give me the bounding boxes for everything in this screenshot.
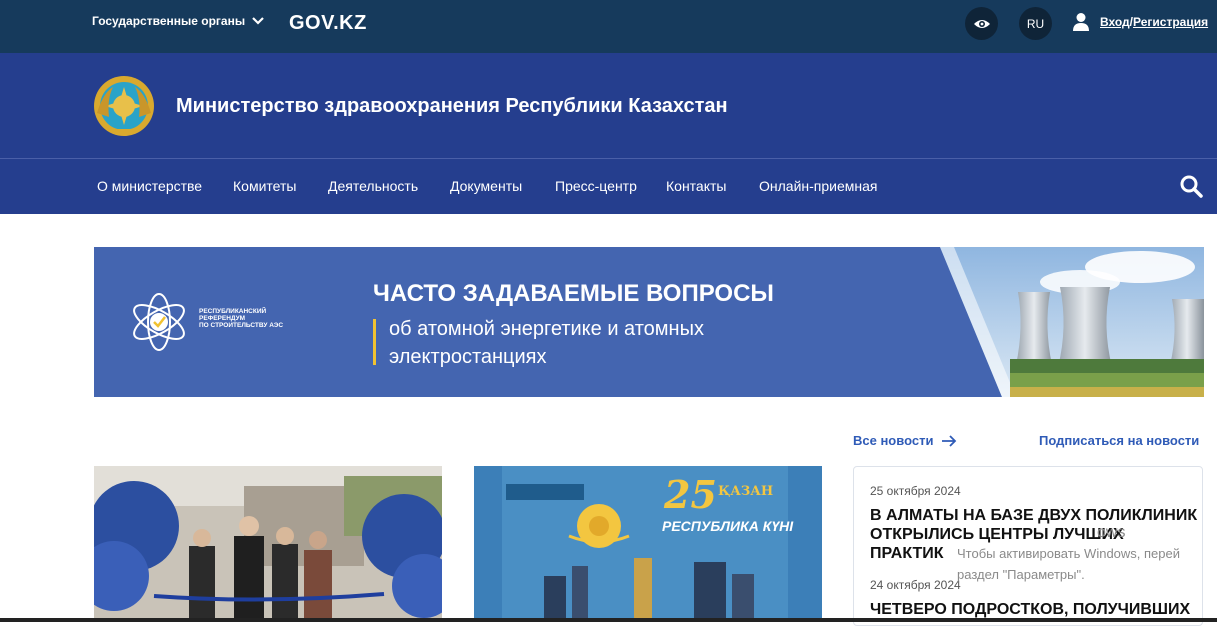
user-icon	[1073, 13, 1089, 31]
login-link[interactable]: Вход	[1100, 15, 1130, 29]
news-date: 24 октября 2024	[870, 578, 961, 592]
main-nav: О министерстве Комитеты Деятельность Док…	[0, 159, 1217, 214]
ribbon-cutting-photo	[94, 466, 442, 622]
login-links: Вход/Регистрация	[1100, 15, 1208, 29]
register-link[interactable]: Регистрация	[1133, 15, 1208, 29]
nav-item-press-center[interactable]: Пресс-центр	[555, 178, 637, 194]
site-header: Министерство здравоохранения Республики …	[0, 53, 1217, 158]
nav-item-documents[interactable]: Документы	[450, 178, 522, 194]
windows-activation-watermark: ows Чтобы активировать Windows, перей ра…	[957, 524, 1181, 585]
login-area: Вход/Регистрация	[1072, 12, 1208, 32]
ministry-title: Министерство здравоохранения Республики …	[176, 95, 728, 117]
nav-item-activity[interactable]: Деятельность	[328, 178, 418, 194]
news-card-image-ceremony[interactable]	[94, 466, 442, 622]
news-title-link[interactable]: ЧЕТВЕРО ПОДРОСТКОВ, ПОЛУЧИВШИХ	[870, 600, 1200, 619]
accessibility-button[interactable]	[965, 7, 998, 40]
bottom-edge	[0, 618, 1217, 622]
nav-item-about[interactable]: О министерстве	[97, 178, 202, 194]
news-card-image-republic-day[interactable]: 25 ҚАЗАН РЕСПУБЛИКА КҮНІ	[474, 466, 822, 622]
banner-subtitle-line-2: электростанциях	[389, 346, 547, 368]
all-news-link[interactable]: Все новости	[853, 433, 957, 448]
watermark-line-3: раздел "Параметры".	[957, 567, 1085, 582]
poster-number: 25	[664, 472, 717, 517]
banner-subtitle-line-1: об атомной энергетике и атомных	[389, 318, 704, 340]
language-button[interactable]: RU	[1019, 7, 1052, 40]
nav-item-committees[interactable]: Комитеты	[233, 178, 296, 194]
referendum-line-1: Республиканский	[199, 308, 267, 315]
nav-item-contacts[interactable]: Контакты	[666, 178, 726, 194]
nuclear-plant-image	[940, 247, 1204, 397]
banner-subtitle: об атомной энергетике и атомных электрос…	[389, 315, 704, 371]
watermark-line-1: ows	[1097, 524, 1126, 541]
referendum-label: Республиканский референдум по строительс…	[199, 308, 283, 329]
search-icon[interactable]	[1179, 174, 1203, 198]
chevron-down-icon	[252, 17, 264, 25]
all-news-label: Все новости	[853, 433, 934, 448]
faq-banner[interactable]: Республиканский референдум по строительс…	[94, 247, 1204, 397]
eye-icon	[973, 19, 990, 28]
gov-kz-logo[interactable]: GOV.KZ	[289, 12, 367, 35]
gov-bodies-label: Государственные органы	[92, 14, 246, 28]
watermark-line-2: Чтобы активировать Windows, перей	[957, 546, 1181, 561]
news-date: 25 октября 2024	[870, 484, 961, 498]
referendum-line-3: по строительству АЭС	[199, 322, 284, 329]
nav-item-online-reception[interactable]: Онлайн-приемная	[759, 178, 878, 194]
poster-month: ҚАЗАН	[718, 484, 774, 499]
poster-caption: РЕСПУБЛИКА КҮНІ	[662, 518, 794, 534]
subscribe-news-link[interactable]: Подписаться на новости	[1039, 433, 1199, 448]
referendum-atom-logo	[133, 293, 185, 351]
gov-bodies-dropdown[interactable]: Государственные органы	[92, 14, 265, 28]
referendum-line-2: референдум	[199, 315, 246, 322]
banner-accent-bar	[373, 319, 376, 365]
top-bar: Государственные органы GOV.KZ RU Вход/Ре…	[0, 0, 1217, 53]
arrow-right-icon	[942, 434, 957, 447]
state-emblem-logo[interactable]	[93, 73, 155, 139]
banner-title: ЧАСТО ЗАДАВАЕМЫЕ ВОПРОСЫ	[373, 280, 774, 307]
